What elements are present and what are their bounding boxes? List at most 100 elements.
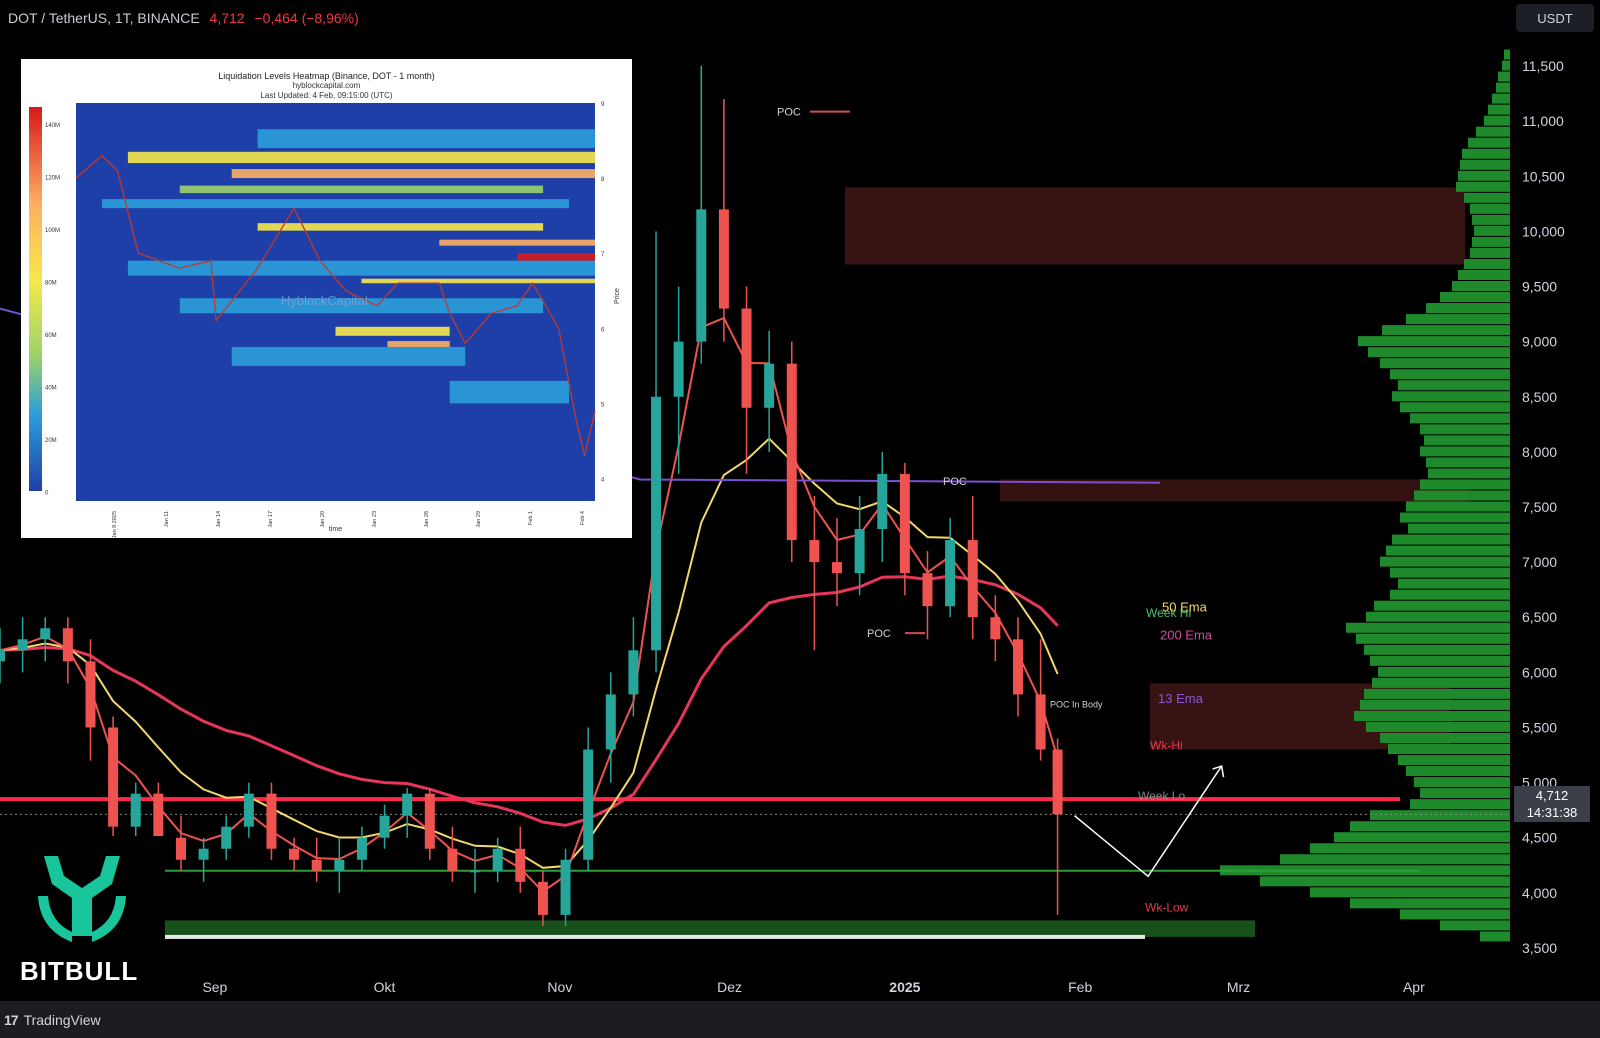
profile-bar [1420,424,1510,435]
candle-body [492,848,503,871]
time-tick-label: Dez [717,979,742,995]
profile-bar [1420,788,1510,799]
heatmap-band [335,326,450,336]
candle-body [424,793,435,849]
candle-body [809,540,820,563]
heatmap-plot: 140M 120M 100M 80M 60M 40M 20M 0 9 8 7 6 5 4 Price Jan … [29,102,621,538]
profile-bar [1368,347,1510,358]
profile-bar [1462,148,1510,159]
poc-in-body-label: POC In Body [1050,700,1103,710]
profile-bar [1452,281,1510,292]
profile-bar [1346,622,1510,633]
colorbar-tick-label: 120M [45,176,60,182]
heatmap-time-tick: Jan 26 [424,511,430,528]
candle-body [402,793,413,816]
candle-body [990,617,1001,640]
price-tick-label: 9,500 [1522,279,1557,295]
profile-bar [1354,710,1510,721]
tradingview-logo[interactable]: 17 TradingView [4,1012,101,1028]
price-tick-label: 9,000 [1522,334,1557,350]
candle-body [741,308,752,408]
profile-bar [1460,159,1510,170]
candle-body [17,639,28,651]
price-tick-label: 11,000 [1522,113,1564,129]
candle-body [854,529,865,574]
profile-bar [1502,60,1510,71]
heatmap-time-tick: Jan 17 [268,511,274,528]
time-tick-label: Mrz [1227,979,1250,995]
profile-bar [1356,633,1510,644]
profile-bar [1468,137,1510,148]
poc-label: POC [777,107,801,119]
candle-body [40,628,51,640]
profile-bar [1360,699,1510,710]
profile-bar [1370,655,1510,666]
profile-bar [1372,677,1510,688]
profile-bar [1358,336,1510,347]
candle-body [198,848,209,860]
candle-body [289,848,300,860]
poc-label: POC [943,476,967,488]
price-tick-label: 7,000 [1522,554,1557,570]
time-tick-label: Okt [374,979,396,995]
profile-bar [1428,468,1510,479]
price-tick-label: 3,500 [1522,940,1557,956]
candle-body [85,661,96,728]
candle-body [1012,639,1023,695]
profile-bar [1406,766,1510,777]
profile-bar [1398,578,1510,589]
heatmap-price-tick: 9 [601,102,605,108]
heatmap-ylabel: Price [614,288,621,304]
liquidation-heatmap-inset: Liquidation Levels Heatmap (Binance, DOT… [21,59,632,538]
heatmap-time-tick: Feb 1 [528,511,534,525]
wk-hi-label: Wk-Hi [1150,739,1183,753]
profile-bar [1410,413,1510,424]
profile-bar [1458,170,1510,181]
profile-bar [1420,479,1510,490]
profile-bar [1470,247,1510,258]
profile-bar [1364,688,1510,699]
profile-bar [1388,744,1510,755]
price-tick-label: 8,000 [1522,444,1557,460]
candle-body [108,727,119,827]
support-zone [165,920,1255,937]
heatmap-time-tick: Jan 11 [164,511,170,527]
profile-bar [1474,225,1510,236]
heatmap-price-tick: 8 [601,177,605,183]
profile-bar [1492,93,1510,104]
profile-bar [1392,534,1510,545]
bitbull-brand: BITBULL [20,956,139,986]
tradingview-logo-icon: 17 [4,1012,19,1028]
profile-bar [1260,876,1510,887]
candle-body [470,870,481,873]
symbol-header[interactable]: DOT / TetherUS, 1T, BINANCE 4,712 −0,464… [8,10,359,26]
profile-bar [1400,909,1510,920]
profile-bar [1480,931,1510,942]
heatmap-colorbar [29,107,42,491]
candle-body [356,837,367,860]
colorbar-tick-label: 0 [45,491,49,497]
candle-body [945,540,956,607]
heatmap-band [127,260,596,276]
profile-bar [1408,523,1510,534]
candle-body [560,859,571,915]
tradingview-brand: TradingView [23,1012,101,1028]
profile-bar [1410,799,1510,810]
currency-button[interactable]: USDT [1516,4,1594,32]
colorbar-tick-label: 80M [45,281,57,287]
candle-body [922,573,933,607]
price-tag-countdown: 14:31:38 [1526,805,1578,820]
profile-bar [1382,325,1510,336]
ema13-label: 13 Ema [1158,691,1204,706]
footer-bar [0,1001,1600,1038]
profile-bar [1406,501,1510,512]
price-change: −0,464 (−8,96%) [254,10,359,26]
profile-bar [1488,104,1510,115]
colorbar-tick-label: 140M [45,123,60,129]
candle-body [877,473,888,530]
profile-bar [1366,721,1510,732]
heatmap-band [231,347,466,366]
heatmap-band [101,199,570,209]
profile-bar [1424,435,1510,446]
profile-bar [1386,545,1510,556]
